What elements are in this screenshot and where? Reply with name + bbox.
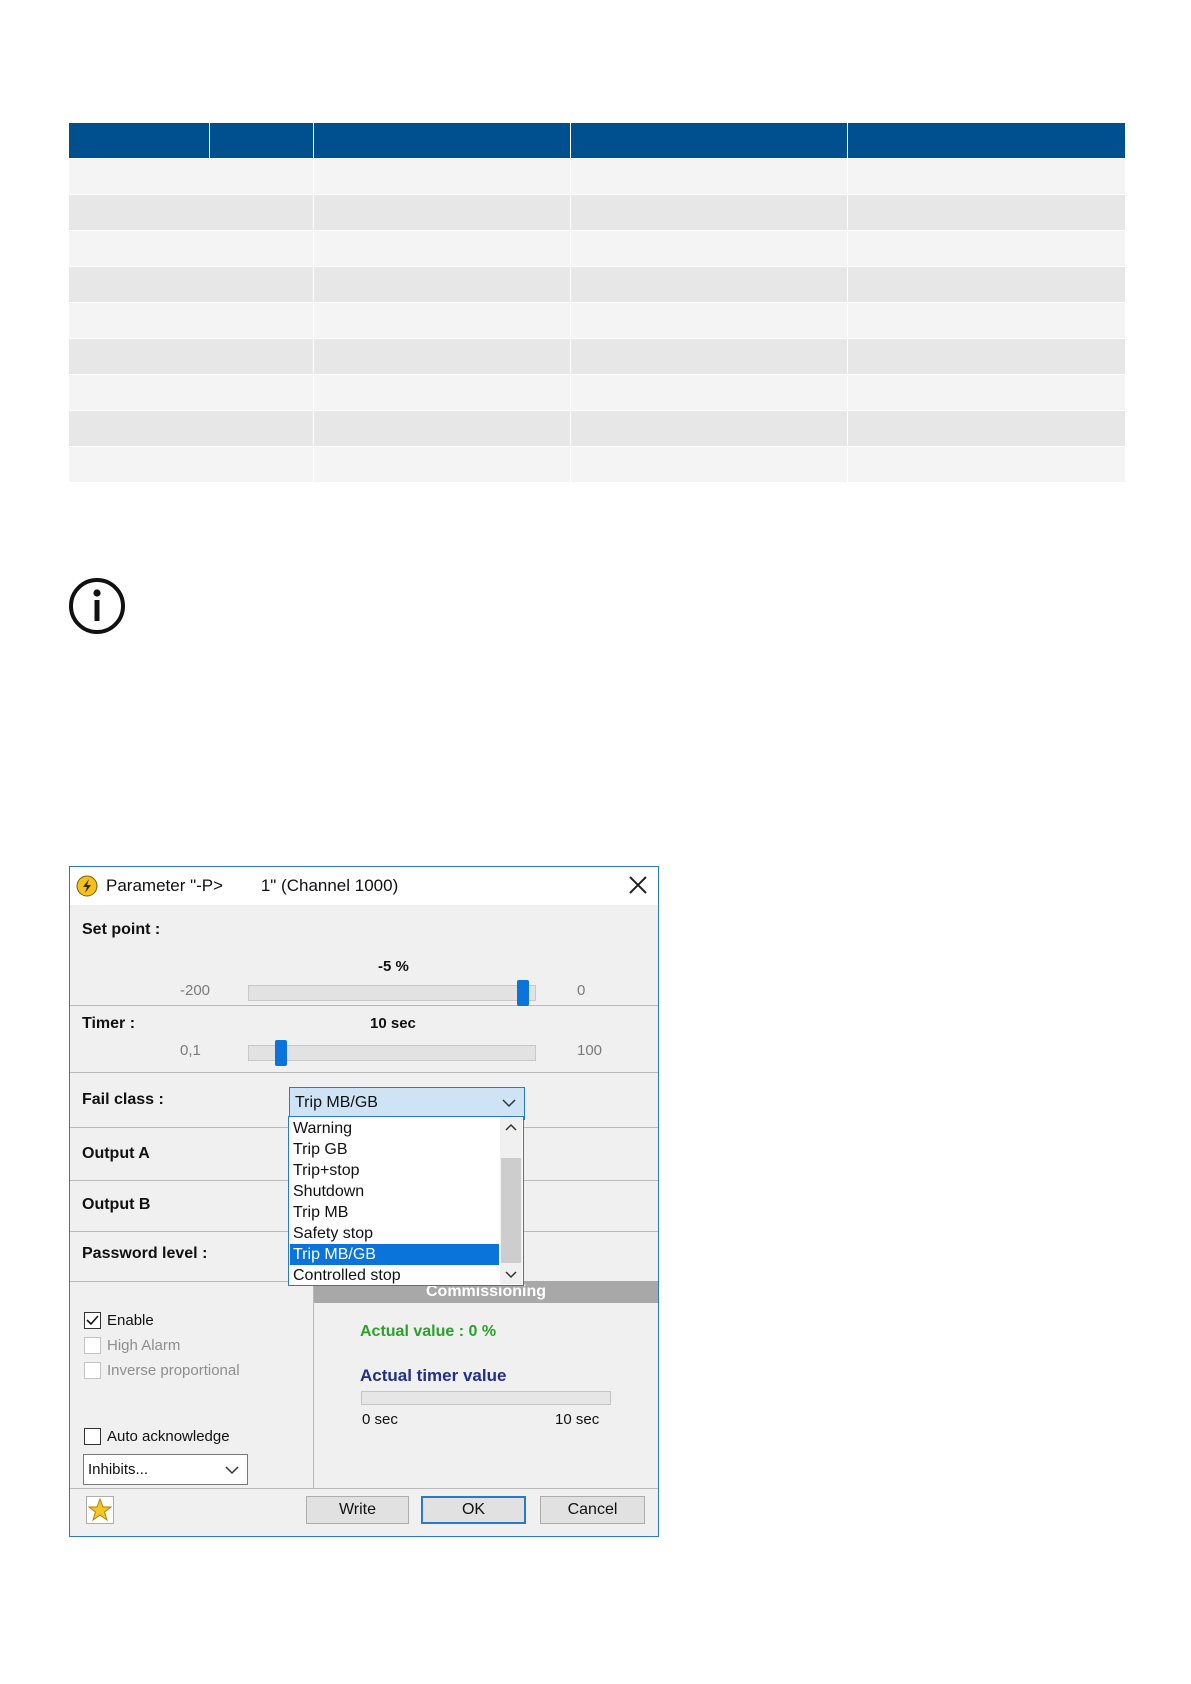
high-alarm-checkbox[interactable] xyxy=(84,1337,101,1354)
info-icon xyxy=(69,578,125,634)
setpoint-max: 0 xyxy=(577,982,586,999)
actual-value-text: Actual value : 0 % xyxy=(360,1323,497,1340)
setpoint-slider[interactable] xyxy=(248,985,536,1001)
timer-section: Timer : 10 sec 0,1 100 xyxy=(70,1006,658,1073)
timer-progress-min: 0 sec xyxy=(362,1411,398,1428)
table-header-cell xyxy=(210,123,314,158)
ok-button[interactable]: OK xyxy=(421,1496,526,1524)
title-bar: Parameter "-P> 1" (Channel 1000) xyxy=(70,867,658,905)
dropdown-option-shutdown[interactable]: Shutdown xyxy=(290,1181,499,1202)
inverse-proportional-checkbox[interactable] xyxy=(84,1362,101,1379)
timer-slider-thumb[interactable] xyxy=(275,1040,288,1066)
table-header-cell xyxy=(571,123,848,158)
timer-progress-bar xyxy=(361,1391,611,1405)
timer-progress-max: 10 sec xyxy=(555,1411,600,1428)
checkmark-icon xyxy=(86,1315,99,1326)
favorite-button[interactable] xyxy=(86,1496,114,1524)
dropdown-option-controlled-stop[interactable]: Controlled stop xyxy=(290,1265,499,1286)
failclass-selected-value: Trip MB/GB xyxy=(295,1094,378,1111)
dropdown-scrollbar[interactable] xyxy=(500,1118,522,1284)
timer-slider[interactable] xyxy=(248,1045,536,1061)
close-icon[interactable] xyxy=(628,875,648,895)
enable-label: Enable xyxy=(107,1312,154,1329)
table-row xyxy=(69,158,1125,194)
star-icon xyxy=(87,1497,113,1522)
table-header-row xyxy=(69,123,1125,158)
options-panel: Enable High Alarm Inverse proportional A… xyxy=(70,1282,314,1488)
scroll-down-icon[interactable] xyxy=(500,1268,522,1282)
table-header-cell xyxy=(69,123,210,158)
table-header-cell xyxy=(314,123,571,158)
chevron-down-icon xyxy=(225,1466,239,1475)
dropdown-option-safety-stop[interactable]: Safety stop xyxy=(290,1223,499,1244)
table-row xyxy=(69,194,1125,230)
dropdown-option-trip-mb-gb[interactable]: Trip MB/GB xyxy=(290,1244,499,1265)
data-table xyxy=(69,123,1125,482)
inhibits-value: Inhibits... xyxy=(88,1461,149,1478)
table-row xyxy=(69,374,1125,410)
dropdown-option-warning[interactable]: Warning xyxy=(290,1118,499,1139)
table-row xyxy=(69,302,1125,338)
scrollbar-thumb[interactable] xyxy=(501,1158,521,1263)
dropdown-option-trip-stop[interactable]: Trip+stop xyxy=(290,1160,499,1181)
table-row xyxy=(69,446,1125,482)
enable-checkbox[interactable] xyxy=(84,1312,101,1329)
table-row xyxy=(69,410,1125,446)
table-header-cell xyxy=(848,123,1125,158)
dropdown-option-trip-gb[interactable]: Trip GB xyxy=(290,1139,499,1160)
auto-acknowledge-checkbox[interactable] xyxy=(84,1428,101,1445)
table-row xyxy=(69,266,1125,302)
table-row xyxy=(69,338,1125,374)
setpoint-label: Set point : xyxy=(82,921,161,938)
app-icon xyxy=(76,875,98,897)
setpoint-value: -5 % xyxy=(378,958,409,975)
setpoint-min: -200 xyxy=(180,982,211,999)
high-alarm-label: High Alarm xyxy=(107,1337,181,1354)
scroll-up-icon[interactable] xyxy=(500,1120,522,1134)
dialog-title: Parameter "-P> 1" (Channel 1000) xyxy=(106,876,399,895)
table-row xyxy=(69,230,1125,266)
timer-max: 100 xyxy=(577,1042,603,1059)
write-button[interactable]: Write xyxy=(306,1496,409,1524)
inhibits-select[interactable]: Inhibits... xyxy=(83,1454,248,1485)
timer-min: 0,1 xyxy=(180,1042,201,1059)
inverse-proportional-label: Inverse proportional xyxy=(107,1362,240,1379)
cancel-button[interactable]: Cancel xyxy=(540,1496,645,1524)
parameter-dialog: Parameter "-P> 1" (Channel 1000) Set poi… xyxy=(69,866,659,1537)
timer-label: Timer : xyxy=(82,1015,136,1032)
dropdown-option-trip-mb[interactable]: Trip MB xyxy=(290,1202,499,1223)
actual-timer-title: Actual timer value xyxy=(360,1366,507,1385)
failclass-label: Fail class : xyxy=(82,1091,164,1108)
auto-acknowledge-label: Auto acknowledge xyxy=(107,1428,230,1445)
setpoint-section: Set point : -5 % -200 0 xyxy=(70,905,658,1006)
output-b-label: Output B xyxy=(82,1196,151,1213)
failclass-dropdown-list: Warning Trip GB Trip+stop Shutdown Trip … xyxy=(288,1116,524,1286)
chevron-down-icon xyxy=(502,1099,516,1108)
password-label: Password level : xyxy=(82,1245,208,1262)
commissioning-panel: Commissioning Actual value : 0 % Actual … xyxy=(314,1281,658,1488)
output-a-label: Output A xyxy=(82,1145,150,1162)
divider xyxy=(70,1488,658,1489)
setpoint-slider-thumb[interactable] xyxy=(517,980,530,1006)
timer-value: 10 sec xyxy=(370,1015,416,1032)
